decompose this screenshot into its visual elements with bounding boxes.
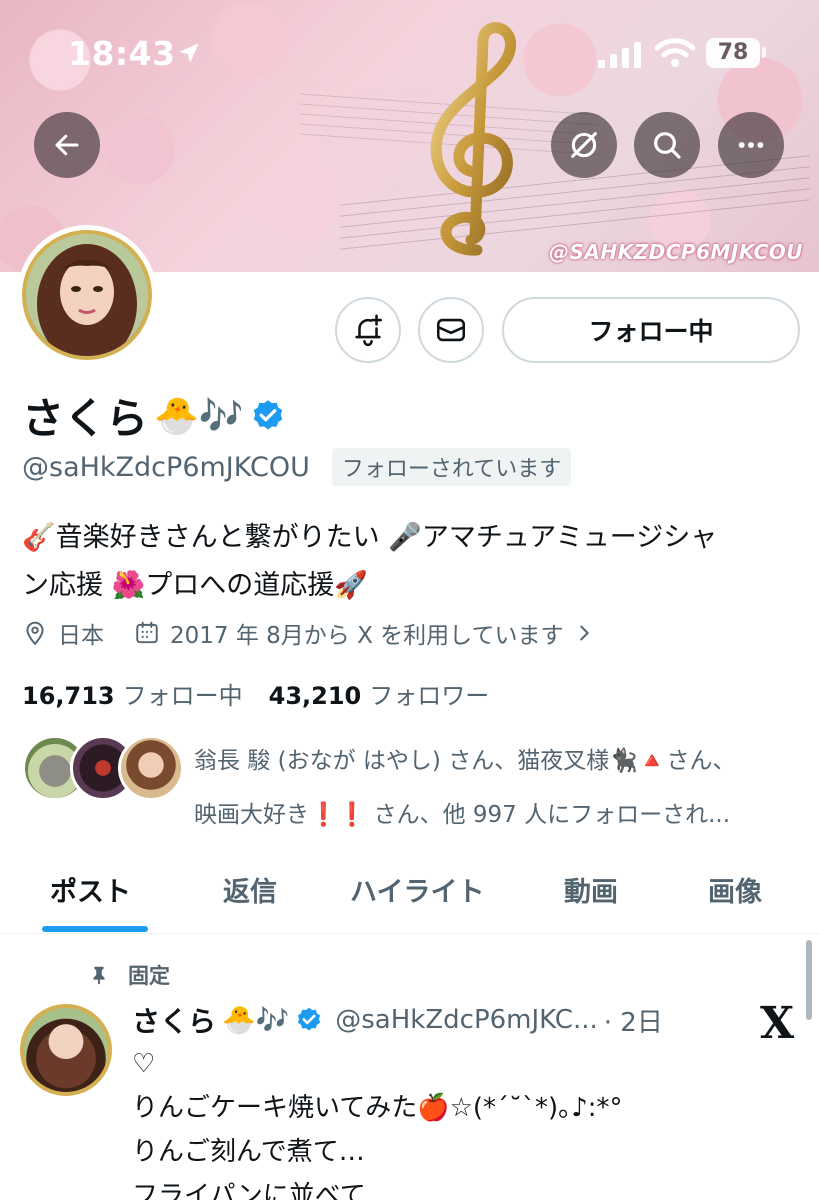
post-line: りんごケーキ焼いてみた🍎☆(*´˘`*)｡♪:*° <box>132 1093 623 1123</box>
scrollbar[interactable] <box>806 940 812 1020</box>
followers-label: フォロワー <box>369 682 490 710</box>
profile-bio: 🎸音楽好きさんと繋がりたい 🎤アマチュアミュージシャ ン応援 🌺プロへの道応援🚀 <box>22 514 802 610</box>
post-line: ♡ <box>132 1049 156 1079</box>
notifications-button[interactable] <box>335 297 401 363</box>
follow-stats: 16,713 フォロー中 43,210 フォロワー <box>22 676 489 711</box>
post-timestamp[interactable]: · 2日 <box>604 1002 663 1039</box>
message-button[interactable] <box>418 297 484 363</box>
following-count: 16,713 <box>22 682 115 710</box>
calendar-icon <box>136 621 158 644</box>
mutual-followers-text[interactable]: 翁長 駿 (おなが はやし) さん、猫夜叉様🐈‍⬛🔺さん、 映画大好き❗️❗️ … <box>194 734 794 842</box>
envelope-icon <box>436 318 466 342</box>
tab-media[interactable]: 画像 <box>708 870 762 909</box>
display-name-emoji: 🐣🎶 <box>154 395 244 437</box>
tab-posts[interactable]: ポスト <box>50 870 131 909</box>
followers-stat[interactable]: 43,210 フォロワー <box>269 676 490 711</box>
post-author-avatar[interactable] <box>20 1004 112 1096</box>
grok-button[interactable] <box>551 112 617 178</box>
post-author-emoji: 🐣🎶 <box>222 1005 290 1036</box>
chevron-right-icon <box>580 625 590 641</box>
profile-name-row: さくら 🐣🎶 <box>22 385 286 446</box>
post-line: りんご刻んで煮て… <box>132 1137 365 1167</box>
wifi-icon <box>655 38 695 67</box>
verified-badge-icon[interactable] <box>250 398 286 434</box>
tab-highlights[interactable]: ハイライト <box>350 870 484 909</box>
joined-text: 2017 年 8月から X を利用しています <box>170 623 564 649</box>
location-item: 日本 <box>22 616 104 650</box>
user-handle: @saHkZdcP6mJKCOU <box>22 451 310 483</box>
avatar-image <box>22 230 152 360</box>
following-label: フォロー中 <box>122 682 243 710</box>
tab-videos[interactable]: 動画 <box>564 870 618 909</box>
follows-you-badge: フォローされています <box>331 448 572 486</box>
more-icon <box>738 142 764 148</box>
bio-line: 🎸音楽好きさんと繋がりたい 🎤アマチュアミュージシャ <box>22 522 718 553</box>
following-stat[interactable]: 16,713 フォロー中 <box>22 676 243 711</box>
bio-line: ン応援 🌺プロへの道応援🚀 <box>22 570 368 601</box>
banner-watermark: @SAHKZDCP6MJKCOU <box>549 240 803 264</box>
pin-icon <box>93 966 105 985</box>
display-name: さくら <box>22 394 149 443</box>
active-tab-indicator <box>42 926 148 932</box>
cellular-signal-icon <box>598 42 641 68</box>
post-header: さくら 🐣🎶 @saHkZdcP6mJKC... · 2日 <box>132 1000 663 1040</box>
battery-indicator: 78 <box>706 38 760 68</box>
search-icon <box>654 132 681 159</box>
followers-count: 43,210 <box>268 682 362 710</box>
grok-icon <box>571 132 597 158</box>
profile-tabs: ポスト 返信 ハイライト 動画 画像 <box>0 848 819 934</box>
clock: 18:43 <box>68 34 176 73</box>
bell-plus-icon <box>355 314 383 347</box>
pinned-indicator: 固定 <box>88 960 170 990</box>
pinned-label: 固定 <box>128 964 170 988</box>
search-button[interactable] <box>634 112 700 178</box>
mutual-line: 映画大好き❗️❗️ さん、他 997 人にフォローされ... <box>194 802 731 828</box>
battery-tip <box>762 47 766 58</box>
post-line: フライパンに並べて… <box>132 1181 392 1200</box>
tab-replies[interactable]: 返信 <box>223 870 277 909</box>
location-arrow-icon <box>179 43 199 63</box>
post-author-handle[interactable]: @saHkZdcP6mJKC... <box>335 1005 598 1035</box>
location-pin-icon <box>26 621 44 646</box>
verified-badge-icon <box>298 1007 321 1031</box>
mutual-avatar <box>118 735 184 801</box>
more-button[interactable] <box>718 112 784 178</box>
post-text[interactable]: ♡ りんごケーキ焼いてみた🍎☆(*´˘`*)｡♪:*° りんご刻んで煮て… フラ… <box>132 1042 792 1200</box>
status-bar: 18:43 78 <box>0 0 819 100</box>
post-author-name[interactable]: さくら <box>132 1000 216 1040</box>
mutual-line: 翁長 駿 (おなが はやし) さん、猫夜叉様🐈‍⬛🔺さん、 <box>194 748 736 774</box>
profile-meta: 日本 2017 年 8月から X を利用しています <box>22 616 625 650</box>
joined-item[interactable]: 2017 年 8月から X を利用しています <box>134 616 595 650</box>
following-button[interactable]: フォロー中 <box>502 297 800 363</box>
avatar-portrait <box>26 234 148 356</box>
location-text: 日本 <box>58 623 104 649</box>
profile-avatar[interactable] <box>17 225 157 365</box>
mutual-followers-avatars[interactable] <box>22 735 184 801</box>
handle-row: @saHkZdcP6mJKCOU フォローされています <box>22 448 572 486</box>
back-button[interactable] <box>34 112 100 178</box>
back-icon <box>55 134 79 156</box>
